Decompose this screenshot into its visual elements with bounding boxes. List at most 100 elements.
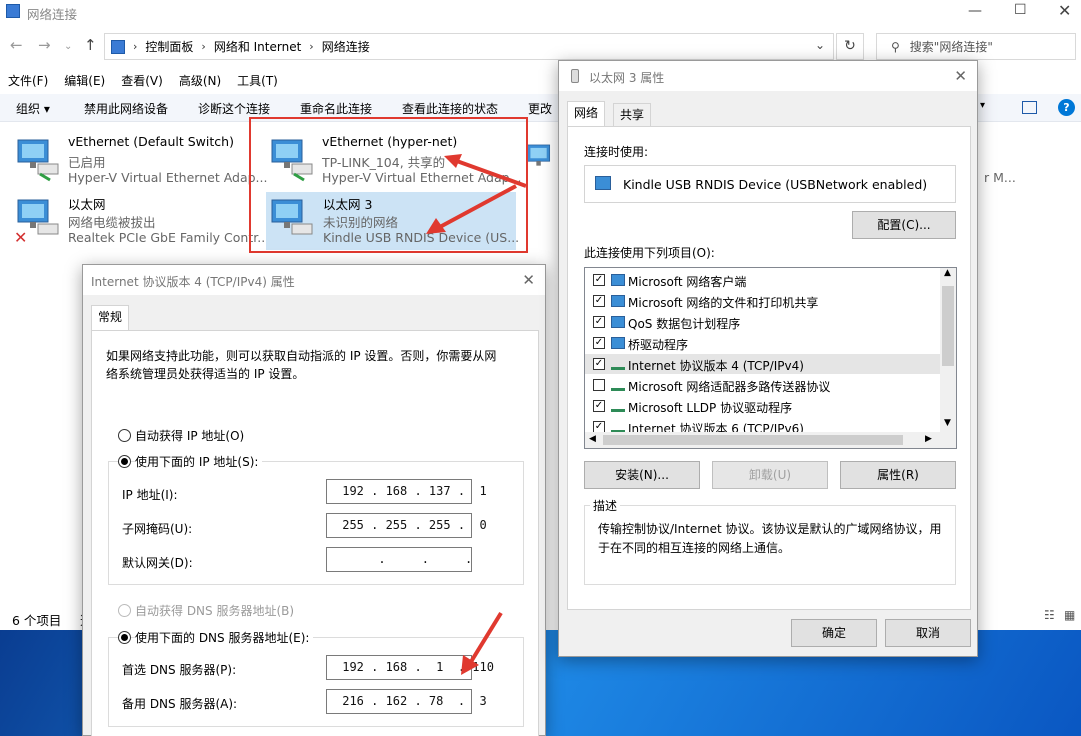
forward-icon[interactable]: → bbox=[38, 36, 51, 54]
component-checkbox[interactable] bbox=[593, 379, 605, 391]
component-item[interactable]: ✓ Microsoft LLDP 协议驱动程序 bbox=[585, 396, 940, 416]
component-checkbox[interactable]: ✓ bbox=[593, 295, 605, 307]
tab-networking[interactable]: 网络 bbox=[567, 101, 606, 127]
menu-advanced[interactable]: 高级(N) bbox=[171, 70, 229, 92]
address-dropdown-icon[interactable]: ⌄ bbox=[815, 38, 825, 52]
connect-using-label: 连接时使用: bbox=[584, 145, 649, 159]
scroll-thumb[interactable] bbox=[942, 286, 954, 366]
items-list: ✓ Microsoft 网络客户端 ✓ Microsoft 网络的文件和打印机共享 ✓ Q… bbox=[584, 267, 957, 449]
scroll-up-icon[interactable]: ▲ bbox=[944, 268, 951, 278]
component-checkbox[interactable]: ✓ bbox=[593, 274, 605, 286]
disable-device-button[interactable]: 禁用此网络设备 bbox=[84, 100, 168, 117]
scroll-down-icon[interactable]: ▼ bbox=[944, 418, 951, 428]
tab-general[interactable]: 常规 bbox=[91, 305, 130, 331]
close-icon[interactable]: ✕ bbox=[522, 271, 535, 289]
vertical-scrollbar[interactable]: ▲ ▼ bbox=[940, 268, 956, 432]
dialog-title-bar: Internet 协议版本 4 (TCP/IPv4) 属性 ✕ bbox=[83, 265, 545, 295]
component-label: 桥驱动程序 bbox=[628, 338, 689, 352]
connection-status: 已启用 bbox=[68, 155, 106, 170]
install-button[interactable]: 安装(N)... bbox=[584, 461, 700, 489]
component-item[interactable]: ✓ 桥驱动程序 bbox=[585, 333, 940, 353]
menu-file[interactable]: 文件(F) bbox=[0, 70, 56, 92]
connection-device-partial: r M... bbox=[984, 170, 1016, 185]
component-checkbox[interactable]: ✓ bbox=[593, 337, 605, 349]
back-icon[interactable]: ← bbox=[10, 36, 23, 54]
tab-sharing[interactable]: 共享 bbox=[613, 103, 652, 127]
recent-dropdown-icon[interactable]: ⌄ bbox=[64, 41, 72, 52]
large-icons-view-icon[interactable]: ▦ bbox=[1064, 608, 1075, 622]
alternate-dns-field[interactable]: 216 . 162 . 78 . 3 bbox=[326, 689, 487, 714]
component-item[interactable]: Microsoft 网络适配器多路传送器协议 bbox=[585, 375, 940, 395]
component-checkbox[interactable]: ✓ bbox=[593, 316, 605, 328]
uninstall-button[interactable]: 卸载(U) bbox=[712, 461, 828, 489]
component-item[interactable]: ✓ Microsoft 网络的文件和打印机共享 bbox=[585, 291, 940, 311]
component-label: Microsoft 网络的文件和打印机共享 bbox=[628, 296, 819, 310]
address-bar[interactable]: › 控制面板 › 网络和 Internet › 网络连接 ⌄ bbox=[104, 33, 834, 60]
connection-item[interactable]: vEthernet (Default Switch) 已启用 Hyper-V V… bbox=[16, 132, 267, 190]
window-title: 网络连接 bbox=[27, 7, 78, 22]
menu-view[interactable]: 查看(V) bbox=[113, 70, 171, 92]
chevron-right-icon: › bbox=[133, 40, 138, 53]
ok-button[interactable]: 确定 bbox=[791, 619, 877, 647]
client-monitor-icon bbox=[611, 295, 625, 307]
component-label: Microsoft 网络客户端 bbox=[628, 275, 747, 289]
manual-dns-label: 使用下面的 DNS 服务器地址(E): bbox=[135, 629, 314, 646]
network-adapter-icon bbox=[17, 139, 59, 182]
default-gateway-field[interactable]: . . . bbox=[326, 547, 472, 572]
component-item[interactable]: ✓ Microsoft 网络客户端 bbox=[585, 270, 940, 290]
crumb-network-internet[interactable]: 网络和 Internet bbox=[214, 38, 301, 55]
component-item[interactable]: ✓ QoS 数据包计划程序 bbox=[585, 312, 940, 332]
subnet-mask-field[interactable]: 255 . 255 . 255 . 0 bbox=[326, 513, 487, 538]
up-icon[interactable]: ↑ bbox=[84, 36, 97, 54]
window-icon bbox=[6, 4, 20, 18]
refresh-icon[interactable]: ↻ bbox=[836, 33, 864, 60]
maximize-icon[interactable]: ☐ bbox=[1014, 3, 1027, 17]
protocol-icon bbox=[611, 358, 625, 370]
ip-address-field[interactable]: 192 . 168 . 137 . 1 bbox=[326, 479, 487, 504]
manual-ip-radio[interactable] bbox=[118, 455, 131, 468]
component-label: Microsoft LLDP 协议驱动程序 bbox=[628, 401, 793, 415]
ipv4-properties-dialog: Internet 协议版本 4 (TCP/IPv4) 属性 ✕ 常规 如果网络支… bbox=[82, 264, 546, 736]
connection-item[interactable]: ✕ 以太网 网络电缆被拔出 Realtek PCIe GbE Family Co… bbox=[14, 192, 269, 250]
crumb-control-panel[interactable]: 控制面板 bbox=[145, 38, 193, 55]
manual-dns-radio[interactable] bbox=[118, 631, 131, 644]
network-adapter-icon bbox=[527, 144, 551, 166]
chevron-right-icon: › bbox=[309, 40, 314, 53]
horizontal-scrollbar[interactable]: ◀ ▶ bbox=[585, 432, 956, 448]
control-panel-icon bbox=[111, 39, 125, 54]
component-item[interactable]: ✓ Internet 协议版本 4 (TCP/IPv4) bbox=[585, 354, 940, 374]
scroll-thumb-h[interactable] bbox=[603, 435, 903, 445]
scroll-left-icon[interactable]: ◀ bbox=[589, 434, 596, 444]
auto-dns-radio[interactable] bbox=[118, 604, 131, 617]
details-view-icon[interactable]: ☷ bbox=[1044, 608, 1055, 622]
menu-edit[interactable]: 编辑(E) bbox=[56, 70, 113, 92]
properties-button[interactable]: 属性(R) bbox=[840, 461, 956, 489]
menu-tools[interactable]: 工具(T) bbox=[229, 70, 286, 92]
change-button[interactable]: 更改 bbox=[528, 100, 552, 117]
preview-pane-icon[interactable] bbox=[1022, 101, 1037, 114]
component-checkbox[interactable]: ✓ bbox=[593, 358, 605, 370]
auto-ip-label: 自动获得 IP 地址(O) bbox=[135, 429, 245, 443]
scroll-right-icon[interactable]: ▶ bbox=[925, 434, 932, 444]
help-icon[interactable]: ? bbox=[1058, 99, 1075, 116]
cancel-button[interactable]: 取消 bbox=[885, 619, 971, 647]
manual-ip-label: 使用下面的 IP 地址(S): bbox=[135, 453, 263, 470]
organize-button[interactable]: 组织 ▾ bbox=[16, 100, 50, 117]
rename-button[interactable]: 重命名此连接 bbox=[300, 100, 372, 117]
configure-button[interactable]: 配置(C)... bbox=[852, 211, 956, 239]
connection-status: 网络电缆被拔出 bbox=[68, 215, 156, 230]
minimize-icon[interactable]: — bbox=[968, 4, 982, 18]
component-checkbox[interactable]: ✓ bbox=[593, 400, 605, 412]
close-icon[interactable]: ✕ bbox=[1058, 3, 1071, 19]
close-icon[interactable]: ✕ bbox=[954, 67, 967, 85]
diagnose-button[interactable]: 诊断这个连接 bbox=[198, 100, 270, 117]
search-input[interactable]: ⚲ 搜索"网络连接" bbox=[876, 33, 1076, 60]
view-options-icon[interactable]: ▾ bbox=[980, 100, 985, 111]
crumb-network-connections[interactable]: 网络连接 bbox=[322, 38, 370, 55]
preferred-dns-field[interactable]: 192 . 168 . 1 . 110 bbox=[326, 655, 494, 680]
client-monitor-icon bbox=[611, 337, 625, 349]
adapter-box: Kindle USB RNDIS Device (USBNetwork enab… bbox=[584, 165, 956, 203]
connection-device: Realtek PCIe GbE Family Contr... bbox=[68, 230, 270, 245]
auto-ip-radio[interactable] bbox=[118, 429, 131, 442]
view-status-button[interactable]: 查看此连接的状态 bbox=[402, 100, 498, 117]
